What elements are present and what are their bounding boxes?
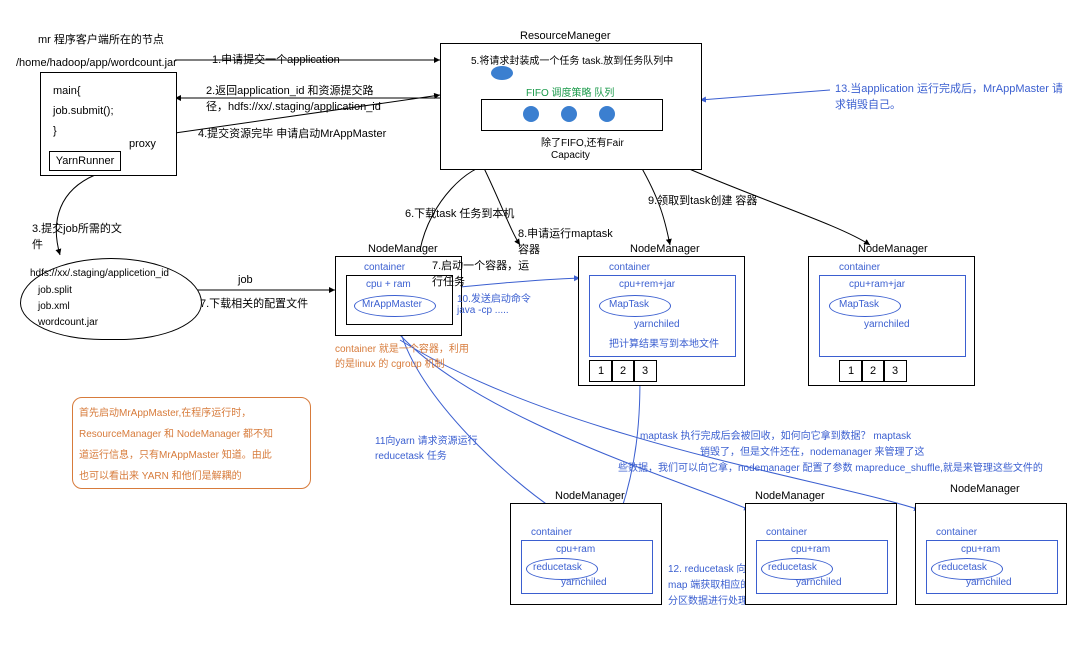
step3b-label: 件: [32, 236, 43, 252]
orange-l1: 首先启动MrAppMaster,在程序运行时，: [79, 404, 304, 419]
orange-note-box: 首先启动MrAppMaster,在程序运行时， ResourceManager …: [72, 397, 311, 489]
nm3-yarnchild: yarnchiled: [864, 319, 910, 330]
nm1-title: NodeManager: [368, 243, 438, 255]
nm2-yarnchild: yarnchiled: [634, 319, 680, 330]
nm6-container: container: [936, 527, 977, 538]
step2b-label: 径，hdfs://xx/.staging/application_id: [206, 98, 381, 114]
step4-label: 4.提交资源完毕 申请启动MrAppMaster: [198, 125, 386, 141]
code-main: main{: [53, 85, 81, 97]
step10a-label: 10.发送启动命令: [457, 290, 531, 305]
nm4-reduce: reducetask: [533, 562, 582, 573]
code-submit: job.submit();: [53, 105, 114, 117]
orange-l4: 也可以看出来 YARN 和他们是解耦的: [79, 467, 304, 482]
nm6-box: container cpu+ram reducetask yarnchiled: [915, 503, 1067, 605]
step2a-label: 2.返回application_id 和资源提交路: [206, 82, 374, 98]
step13b-label: 求销毁自己。: [835, 96, 901, 112]
step11b-label: reducetask 任务: [375, 447, 447, 462]
nm5-title: NodeManager: [755, 490, 825, 502]
rm-title: ResourceManeger: [520, 30, 611, 42]
step11a-label: 11向yarn 请求资源运行: [375, 432, 478, 447]
cloud-l1: hdfs://xx/.staging/applicetion_id: [30, 268, 169, 279]
code-proxy: proxy: [129, 138, 156, 150]
nm6-cpu: cpu+ram: [961, 544, 1000, 555]
nm5-reduce: reducetask: [768, 562, 817, 573]
nm3-container: container: [839, 262, 880, 273]
nm2-title: NodeManager: [630, 243, 700, 255]
mapnote-r3: 些数据，我们可以向它拿，nodemanager 配置了参数 mapreduce_…: [618, 459, 1043, 474]
cloud-l3: job.xml: [38, 301, 70, 312]
nm5-cpu: cpu+ram: [791, 544, 830, 555]
mapnote-r2: 销毁了，但是文件还在，nodemanager 来管理了这: [700, 443, 925, 458]
step10b-label: java -cp .....: [457, 305, 509, 316]
step8b-label: 容器: [518, 241, 540, 257]
nm5-container: container: [766, 527, 807, 538]
client-box: main{ job.submit(); } proxy YarnRunner: [40, 72, 177, 176]
nm3-c1: 1: [839, 360, 863, 382]
nm2-cpu: cpu+rem+jar: [619, 279, 675, 290]
orange-l2: ResourceManager 和 NodeManager 都不知: [79, 425, 304, 440]
nm3-c2: 2: [861, 360, 885, 382]
step5-label: 5.将请求封装成一个任务 task.放到任务队列中: [471, 52, 673, 67]
step3a-label: 3.提交job所需的文: [32, 220, 122, 236]
nm2-box: container cpu+rem+jar MapTask yarnchiled…: [578, 256, 745, 386]
q-dot2-icon: [561, 106, 577, 122]
step12a-label: 12. reducetask 向: [668, 560, 746, 575]
client-title: mr 程序客户端所在的节点: [38, 31, 164, 47]
step8a-label: 8.申请运行maptask: [518, 225, 613, 241]
nm4-yarnchild: yarnchiled: [561, 577, 607, 588]
nm6-yarnchild: yarnchiled: [966, 577, 1012, 588]
orange-l3: 道运行信息，只有MrAppMaster 知道。由此: [79, 446, 304, 461]
mapnote-r1: maptask 执行完成后会被回收，如何向它拿到数据？ maptask: [640, 427, 911, 442]
nm3-title: NodeManager: [858, 243, 928, 255]
nm1-cpu: cpu + ram: [366, 279, 411, 290]
task-dot-icon: [491, 66, 513, 80]
client-path: /home/hadoop/app/wordcount.jar: [16, 57, 177, 69]
nm4-cpu: cpu+ram: [556, 544, 595, 555]
nm3-box: container cpu+ram+jar MapTask yarnchiled…: [808, 256, 975, 386]
nm2-note: 把计算结果写到本地文件: [609, 335, 719, 350]
nm5-box: container cpu+ram reducetask yarnchiled: [745, 503, 897, 605]
yarnrunner-box: YarnRunner: [49, 151, 121, 171]
step9-label: 9.领取到task创建 容器: [648, 192, 757, 208]
linux-note2: 的是linux 的 cgroup 机制: [335, 355, 444, 370]
rm-box: 5.将请求封装成一个任务 task.放到任务队列中 FIFO 调度策略 队列 除…: [440, 43, 702, 170]
nm4-container: container: [531, 527, 572, 538]
step12c-label: 分区数据进行处理: [668, 592, 748, 607]
cloud-l2: job.split: [38, 285, 72, 296]
nm3-c3: 3: [883, 360, 907, 382]
nm2-container: container: [609, 262, 650, 273]
nm2-c1: 1: [589, 360, 613, 382]
mrapp-label: MrAppMaster: [362, 299, 422, 310]
fifo-label: FIFO 调度策略 队列: [526, 84, 614, 99]
step13a-label: 13.当application 运行完成后，MrAppMaster 请: [835, 80, 1063, 96]
nm6-reduce: reducetask: [938, 562, 987, 573]
step7dl-label: 7.下载相关的配置文件: [200, 295, 308, 311]
nm1-container: container: [364, 262, 405, 273]
step7b-label: 行任务: [432, 273, 465, 289]
nm3-maptask: MapTask: [839, 299, 879, 310]
nm3-cpu: cpu+ram+jar: [849, 279, 905, 290]
rm-cap-label: Capacity: [551, 150, 590, 161]
step7a-label: 7.启动一个容器，运: [432, 257, 529, 273]
nm2-maptask: MapTask: [609, 299, 649, 310]
linux-note1: container 就是一个容器，利用: [335, 340, 469, 355]
code-brace: }: [53, 125, 57, 137]
step12b-label: map 端获取相应的: [668, 576, 750, 591]
nm2-c2: 2: [611, 360, 635, 382]
nm5-yarnchild: yarnchiled: [796, 577, 842, 588]
nm4-title: NodeManager: [555, 490, 625, 502]
step1-label: 1.申请提交一个application: [212, 51, 340, 67]
step6-label: 6.下载task 任务到本机: [405, 205, 514, 221]
nm6-title: NodeManager: [950, 483, 1020, 495]
q-dot3-icon: [599, 106, 615, 122]
cloud-l4: wordcount.jar: [38, 317, 98, 328]
rm-sub-label: 除了FIFO,还有Fair: [541, 134, 624, 149]
nm2-c3: 3: [633, 360, 657, 382]
q-dot1-icon: [523, 106, 539, 122]
nm4-box: container cpu+ram reducetask yarnchiled: [510, 503, 662, 605]
job-label: job: [238, 274, 253, 286]
